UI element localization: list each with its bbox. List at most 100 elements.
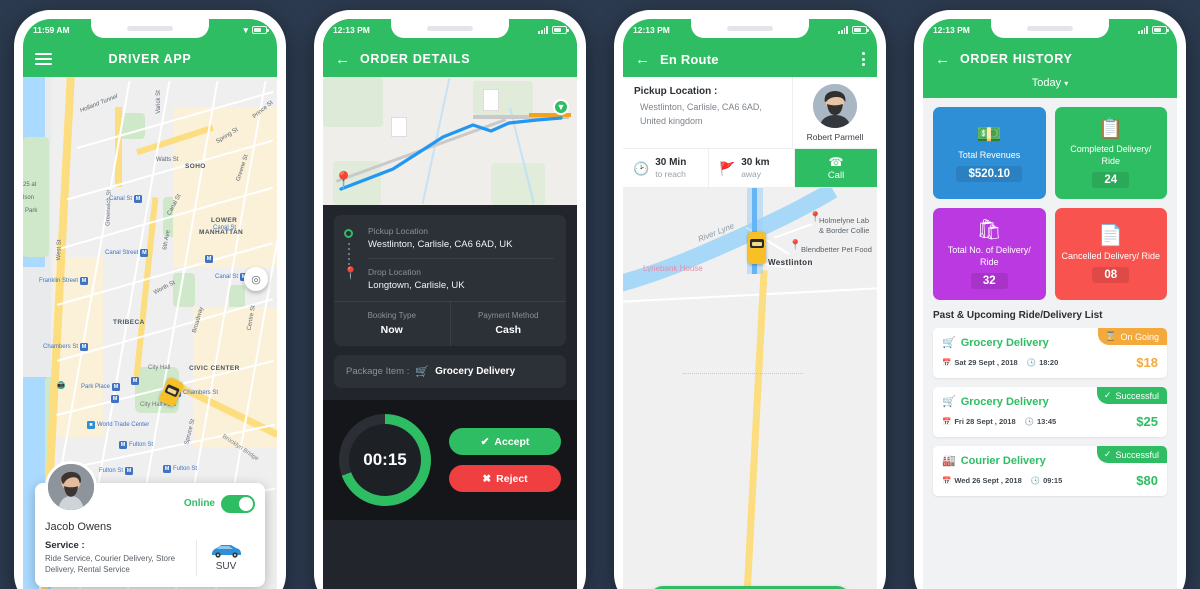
tile-completed-delivery[interactable]: 📋 Completed Delivery/ Ride 24 [1054,107,1167,199]
distance-value: 30 km [741,157,770,168]
my-location-icon[interactable]: ◎ [244,267,268,291]
money-icon: 💵 [976,123,1002,146]
payment-method-value: Cash [495,324,522,336]
trip-stats-row: 🕑 30 Min to reach 🚩 30 km away ☎ Call [623,149,877,188]
drop-label: Drop Location [368,267,421,277]
check-circle-icon: ✓ [1103,449,1112,459]
action-buttons: ✔ Accept ✖ Reject [449,428,561,492]
page-title: En Route [660,51,719,67]
page-title: ORDER HISTORY [960,52,1073,66]
list-item[interactable]: ✓ Successful 🛒 Grocery Delivery 📅 Fri 28… [933,387,1167,437]
list-item[interactable]: ✓ Successful 🏭 Courier Delivery 📅 Wed 26… [933,446,1167,496]
booking-payment-row: Booking Type Now Payment Method Cash [334,301,566,346]
online-toggle[interactable] [221,494,255,513]
status-badge: ✓ Successful [1096,446,1167,463]
ride-amount: $80 [1136,473,1158,488]
map-poi-pin-icon: 📍 [789,240,802,251]
ride-time-value: 18:20 [1039,358,1059,367]
package-item-bar: Package Item : 🛒 Grocery Delivery [334,355,566,388]
status-badge: ⌛ On Going [1098,328,1167,345]
ride-meta-row: 📅 Fri 28 Sept , 2018 🕓 13:45 $25 [942,414,1158,429]
passenger-name: Robert Parmell [806,132,864,142]
grocery-icon: 🛒 [942,337,956,349]
map-en-route[interactable]: River Lyne Lynebank House Westlinton Hol… [623,188,877,589]
period-filter[interactable]: Today ▾ [923,77,1177,98]
ride-date-value: Sat 29 Sept , 2018 [954,358,1018,367]
pickup-dot-icon [344,229,353,238]
drop-pin-icon: 📍 [343,266,358,280]
pickup-info-bar: Pickup Location : Westlinton, Carlisle, … [623,77,877,149]
history-content[interactable]: 💵 Total Revenues $520.10 📋 Completed Del… [923,98,1177,589]
check-circle-icon: ✔ [480,435,490,448]
speaker-grille [1027,26,1073,31]
hourglass-icon: ⌛ [1105,331,1117,341]
ride-time: 🕓 18:20 [1027,358,1059,367]
booking-type-cell: Booking Type Now [334,302,450,346]
map-route-preview[interactable]: 📍 ▼ [323,77,577,205]
ride-time-value: 09:15 [1043,476,1063,485]
ride-meta-row: 📅 Sat 29 Sept , 2018 🕓 18:20 $18 [942,355,1158,370]
overflow-menu-icon[interactable] [862,52,865,66]
phone-en-route: 12:13 PM ← En Route Pickup Location : We… [614,10,886,589]
screen-order-details: 12:13 PM ← ORDER DETAILS 📍 ▼ 📍 Pickup Lo… [323,19,577,589]
battery-icon [252,26,269,34]
phone-order-details: 12:13 PM ← ORDER DETAILS 📍 ▼ 📍 Pickup Lo… [314,10,586,589]
taxi-icon [748,232,766,264]
speaker-grille [127,26,173,31]
call-button[interactable]: ☎ Call [795,149,877,187]
status-label: Successful [1115,449,1159,460]
pickup-pin-icon: ▼ [553,99,569,115]
package-hand-icon: 🛍 [976,219,1002,242]
distance-sub: away [741,169,762,179]
ride-amount: $18 [1136,355,1158,370]
accept-reject-area: 00:15 ✔ Accept ✖ Reject [323,400,577,520]
driver-info-card: Online Jacob Owens Service : Ride Servic… [35,460,265,587]
tile-value: 24 [1092,171,1130,188]
pickup-label: Pickup Location [368,226,429,236]
tile-cancelled-delivery[interactable]: 📄 Cancelled Delivery/ Ride 08 [1054,208,1167,300]
tile-value: 32 [970,272,1008,289]
reject-button[interactable]: ✖ Reject [449,465,561,492]
order-details-panel: 📍 Pickup Location Westlinton, Carlisle, … [323,205,577,400]
status-icons [538,26,569,34]
status-time: 12:13 PM [633,25,670,35]
back-arrow-icon[interactable]: ← [335,52,350,67]
online-label: Online [183,498,215,510]
tile-value: $520.10 [956,166,1023,183]
list-item[interactable]: ⌛ On Going 🛒 Grocery Delivery 📅 Sat 29 S… [933,328,1167,378]
speaker-grille [427,26,473,31]
pickup-label: Pickup Location : [634,86,718,97]
signal-bars-icon [1138,26,1148,34]
notch [391,19,509,38]
notch [991,19,1109,38]
tile-label: Completed Delivery/ Ride [1070,144,1152,166]
phone-order-history: 12:13 PM ← ORDER HISTORY Today ▾ 💵 Total… [914,10,1186,589]
chevron-down-icon: ▾ [1064,79,1069,88]
pickup-value: Westlinton, Carlisle, CA6 6AD, United ki… [640,102,762,126]
distance-cell: 🚩 30 km away [709,149,795,187]
cross-circle-icon: ✖ [482,472,492,485]
app-bar: ← ORDER HISTORY [923,41,1177,77]
tile-label: Cancelled Delivery/ Ride [1061,250,1161,261]
passenger-info: Robert Parmell [793,77,877,148]
document-x-icon: 📄 [1098,224,1124,247]
wifi-icon: ▾ [243,24,248,35]
status-time: 12:13 PM [333,25,370,35]
status-time: 12:13 PM [933,25,970,35]
back-arrow-icon[interactable]: ← [935,52,950,67]
tile-total-revenues[interactable]: 💵 Total Revenues $520.10 [933,107,1046,199]
back-arrow-icon[interactable]: ← [635,52,650,67]
tile-total-delivery[interactable]: 🛍 Total No. of Delivery/ Ride 32 [933,208,1046,300]
ride-name: Grocery Delivery [960,395,1049,408]
period-filter-label: Today [1031,77,1062,89]
grocery-icon: 🛒 [942,396,956,408]
divider [368,258,554,259]
status-label: Successful [1115,390,1159,401]
list-title: Past & Upcoming Ride/Delivery List [933,310,1103,321]
reject-label: Reject [496,472,528,485]
ride-date: 📅 Sat 29 Sept , 2018 [942,358,1018,367]
locations-block: 📍 Pickup Location Westlinton, Carlisle, … [334,215,566,301]
service-title: Service : [45,539,85,551]
eta-sub: to reach [655,169,686,179]
accept-button[interactable]: ✔ Accept [449,428,561,455]
